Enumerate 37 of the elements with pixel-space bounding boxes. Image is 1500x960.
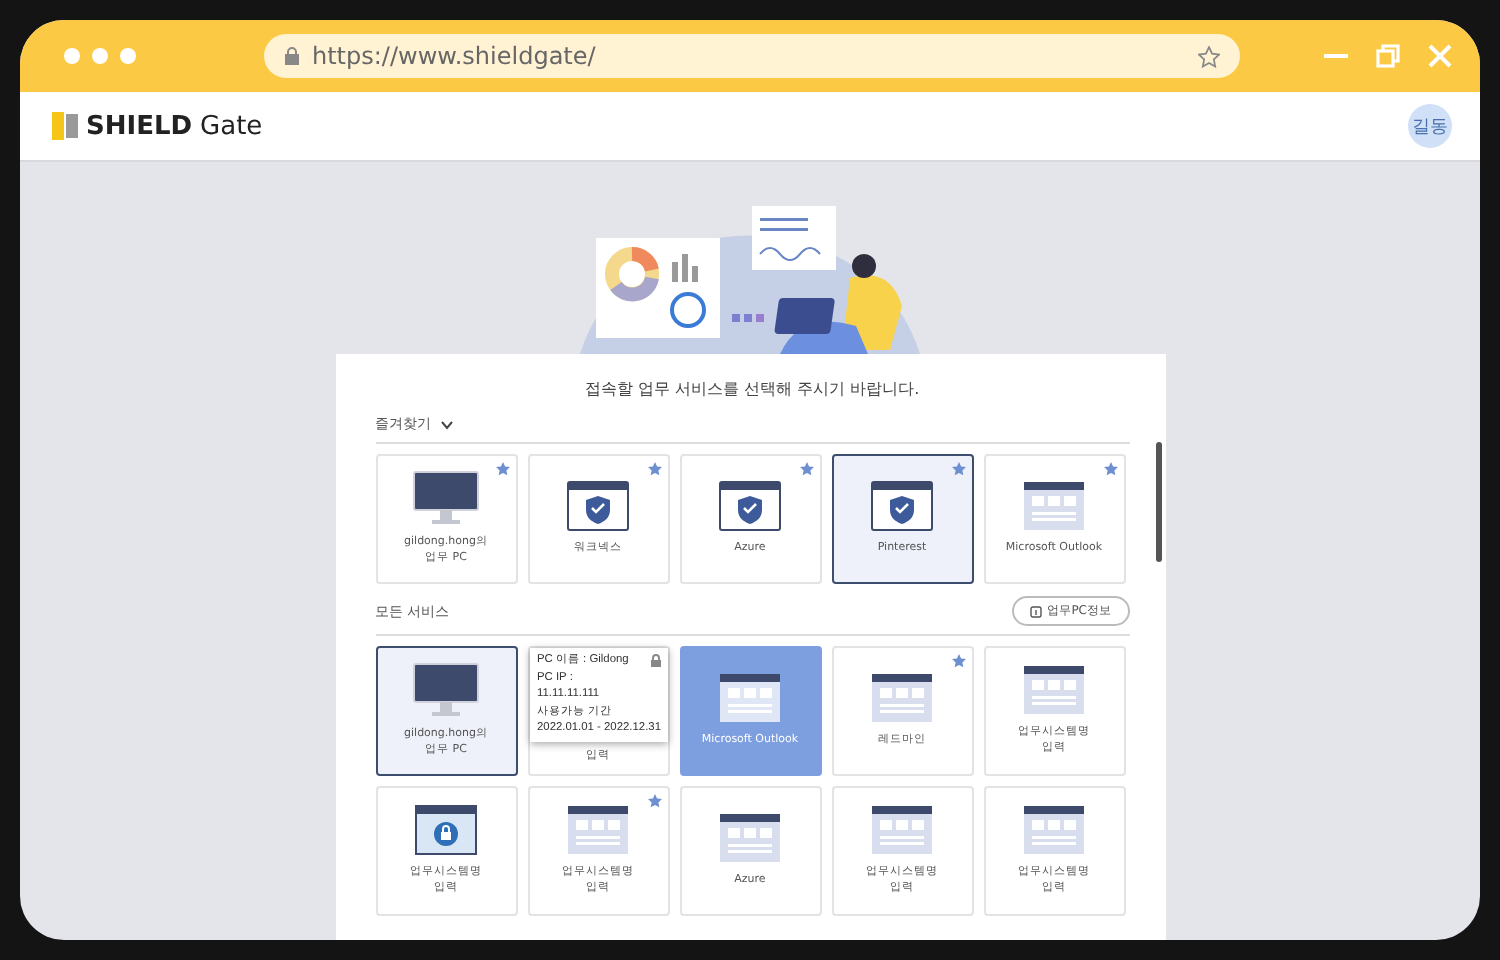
star-icon[interactable] xyxy=(495,462,509,476)
star-icon[interactable] xyxy=(647,462,661,476)
url-text: https://www.shieldgate/ xyxy=(312,42,598,70)
star-icon[interactable] xyxy=(951,462,965,476)
star-icon[interactable] xyxy=(1103,462,1117,476)
logo-icon xyxy=(52,112,78,140)
padlock-icon[interactable] xyxy=(649,654,661,668)
menu-dot[interactable] xyxy=(92,48,108,64)
logo-text: SHIELD xyxy=(86,111,193,141)
user-avatar[interactable]: 길동 xyxy=(1408,104,1452,148)
window-icon xyxy=(870,672,934,725)
lock-window-icon xyxy=(414,804,478,857)
address-bar[interactable]: https://www.shieldgate/ xyxy=(264,34,1240,78)
info-icon xyxy=(1029,605,1042,617)
window-icon xyxy=(566,804,630,857)
window-icon xyxy=(718,812,782,865)
star-icon[interactable] xyxy=(799,462,813,476)
shield-window-icon xyxy=(566,480,630,533)
logo-text: Gate xyxy=(200,111,263,141)
chevron-icon[interactable] xyxy=(439,419,453,429)
window-icon xyxy=(718,672,782,725)
monitor-icon xyxy=(412,662,480,719)
window-icon xyxy=(1022,804,1086,857)
star-icon[interactable] xyxy=(1198,45,1220,67)
monitor-icon xyxy=(412,470,480,527)
menu-dot[interactable] xyxy=(64,48,80,64)
window-icon xyxy=(1022,664,1086,717)
shield-window-icon xyxy=(870,480,934,533)
menu-dot[interactable] xyxy=(120,48,136,64)
lock-icon xyxy=(284,46,300,66)
star-icon[interactable] xyxy=(951,654,965,668)
panel-title: 접속할 업무 서비스를 선택해 주시기 바랍니다. xyxy=(582,378,922,400)
window-icon xyxy=(1022,480,1086,533)
window-icon xyxy=(870,804,934,857)
shield-window-icon xyxy=(718,480,782,533)
scrollbar[interactable] xyxy=(1155,442,1161,562)
star-icon[interactable] xyxy=(647,794,661,808)
